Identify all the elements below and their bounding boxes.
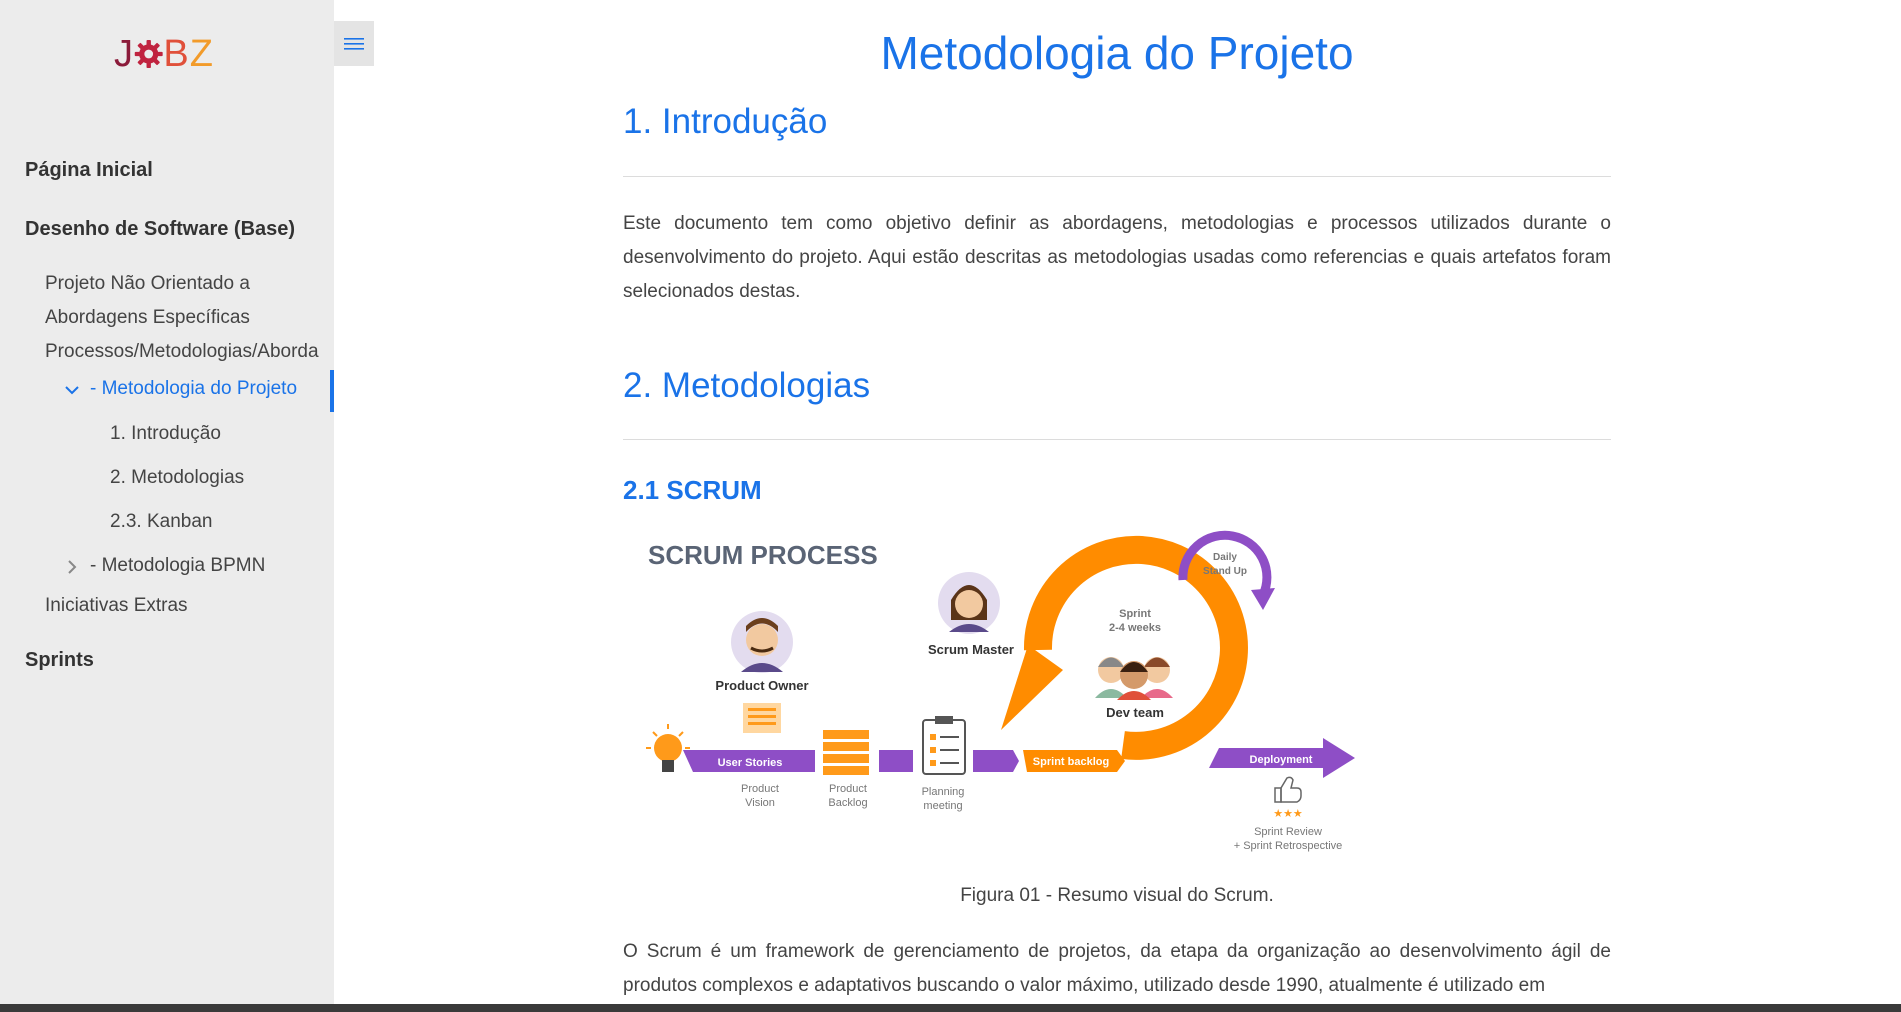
- section-heading-introducao: 1. Introdução: [623, 102, 828, 141]
- sidebar: J BZ Página Inicial Desenho de Software …: [0, 0, 334, 1012]
- page-title: Metodologia do Projeto: [880, 27, 1354, 79]
- planning-clipboard-icon: [922, 716, 966, 775]
- sprint-retro-label: + Sprint Retrospective: [1234, 840, 1343, 852]
- sidebar-item-metodologias[interactable]: 2. Metodologias: [110, 467, 244, 489]
- sprint-duration-label: 2-4 weeks: [1109, 622, 1161, 634]
- planning-label-1: Planning: [922, 786, 965, 798]
- sprint-backlog-label: Sprint backlog: [1033, 756, 1109, 768]
- standup-label: Stand Up: [1203, 566, 1247, 577]
- sprint-label: Sprint: [1119, 608, 1151, 620]
- sidebar-item-introducao[interactable]: 1. Introdução: [110, 423, 221, 445]
- user-stories-label: User Stories: [718, 757, 783, 769]
- sidebar-item-iniciativas-extras[interactable]: Iniciativas Extras: [45, 589, 188, 623]
- dev-team-label: Dev team: [1106, 705, 1164, 720]
- sprint-review-label: Sprint Review: [1254, 826, 1322, 838]
- divider: [623, 439, 1611, 440]
- sidebar-item-sprints[interactable]: Sprints: [25, 649, 94, 672]
- sidebar-item-projeto-nao-orientado[interactable]: Projeto Não Orientado a: [45, 267, 250, 301]
- rating-stars-icon: ★★★: [1273, 807, 1303, 820]
- product-vision-label-1: Product: [741, 783, 779, 795]
- dev-team-avatars: [1095, 657, 1173, 700]
- product-owner-label: Product Owner: [715, 678, 808, 693]
- lightbulb-icon: [646, 724, 690, 772]
- section-heading-metodologias: 2. Metodologias: [623, 366, 871, 405]
- scrum-master-label: Scrum Master: [928, 642, 1014, 657]
- planning-label-2: meeting: [923, 800, 962, 812]
- sidebar-item-metodologia-do-projeto[interactable]: - Metodologia do Projeto: [0, 370, 334, 412]
- product-backlog-label-2: Backlog: [828, 797, 867, 809]
- thumbs-up-icon: [1274, 776, 1302, 803]
- sidebar-item-label: - Metodologia BPMN: [90, 555, 266, 576]
- figure-caption: Figura 01 - Resumo visual do Scrum.: [960, 885, 1274, 906]
- main-content: Metodologia do Projeto 1. Introdução Est…: [334, 0, 1901, 1012]
- figure-title: SCRUM PROCESS: [648, 540, 878, 570]
- subsection-heading-scrum: 2.1 SCRUM: [623, 475, 762, 505]
- product-owner-avatar: [731, 611, 793, 673]
- scrum-paragraph: O Scrum é um framework de gerenciamento …: [623, 941, 1611, 996]
- sidebar-item-desenho-de-software[interactable]: Desenho de Software (Base): [25, 218, 295, 241]
- sidebar-item-abordagens-especificas[interactable]: Abordagens Específicas: [45, 301, 250, 335]
- chevron-right-icon[interactable]: [62, 557, 82, 577]
- sidebar-item-pagina-inicial[interactable]: Página Inicial: [25, 159, 153, 182]
- product-vision-label-2: Vision: [745, 797, 775, 809]
- product-backlog-label-1: Product: [829, 783, 867, 795]
- chevron-down-icon[interactable]: [62, 380, 82, 400]
- deployment-label: Deployment: [1250, 754, 1313, 766]
- daily-label: Daily: [1213, 552, 1237, 563]
- scrum-process-figure: SCRUM PROCESS Product Owner Scrum Master: [646, 530, 1355, 852]
- sidebar-item-processos-metodologias[interactable]: Processos/Metodologias/Aborda: [45, 335, 334, 369]
- product-backlog-icon: [823, 730, 869, 775]
- divider: [623, 176, 1611, 177]
- intro-paragraph: Este documento tem como objetivo definir…: [623, 213, 1611, 302]
- window-bottom-edge: [0, 1004, 1901, 1012]
- scrum-master-avatar: [938, 572, 1000, 634]
- user-stories-icon: [743, 703, 781, 733]
- jobz-logo[interactable]: J BZ: [114, 30, 214, 78]
- sidebar-item-kanban[interactable]: 2.3. Kanban: [110, 511, 212, 533]
- sidebar-item-label: - Metodologia do Projeto: [90, 378, 298, 399]
- gear-logo-icon: [134, 40, 163, 68]
